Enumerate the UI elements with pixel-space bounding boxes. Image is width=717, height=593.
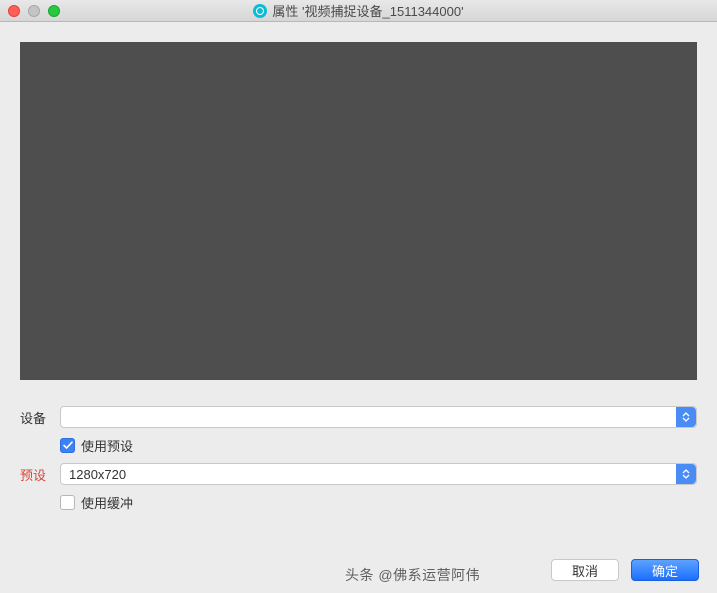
dialog-footer: 取消 确定 (551, 559, 699, 581)
use-buffer-label: 使用缓冲 (81, 493, 133, 512)
preset-select-value: 1280x720 (69, 467, 126, 482)
chevron-updown-icon (676, 464, 696, 484)
cancel-button-label: 取消 (572, 561, 598, 580)
window-title: 属性 '视频捕捉设备_1511344000' (272, 1, 463, 20)
watermark-text: 头条 @佛系运营阿伟 (345, 565, 480, 585)
use-buffer-checkbox[interactable] (60, 495, 75, 510)
app-icon (253, 4, 267, 18)
properties-form: 设备 使用预设 预设 1280x720 (20, 406, 697, 512)
use-preset-label: 使用预设 (81, 436, 133, 455)
device-label: 设备 (20, 408, 60, 427)
device-select[interactable] (60, 406, 697, 428)
chevron-updown-icon (676, 407, 696, 427)
ok-button[interactable]: 确定 (631, 559, 699, 581)
cancel-button[interactable]: 取消 (551, 559, 619, 581)
use-preset-row: 使用预设 (60, 436, 697, 455)
use-preset-checkbox[interactable] (60, 438, 75, 453)
device-row: 设备 (20, 406, 697, 428)
preset-select[interactable]: 1280x720 (60, 463, 697, 485)
preset-label: 预设 (20, 465, 60, 484)
titlebar: 属性 '视频捕捉设备_1511344000' (0, 0, 717, 22)
use-buffer-row: 使用缓冲 (60, 493, 697, 512)
ok-button-label: 确定 (652, 561, 678, 580)
video-preview (20, 42, 697, 380)
content-area: 设备 使用预设 预设 1280x720 (0, 22, 717, 512)
close-window-button[interactable] (8, 5, 20, 17)
minimize-window-button[interactable] (28, 5, 40, 17)
traffic-lights (0, 5, 60, 17)
maximize-window-button[interactable] (48, 5, 60, 17)
preset-row: 预设 1280x720 (20, 463, 697, 485)
